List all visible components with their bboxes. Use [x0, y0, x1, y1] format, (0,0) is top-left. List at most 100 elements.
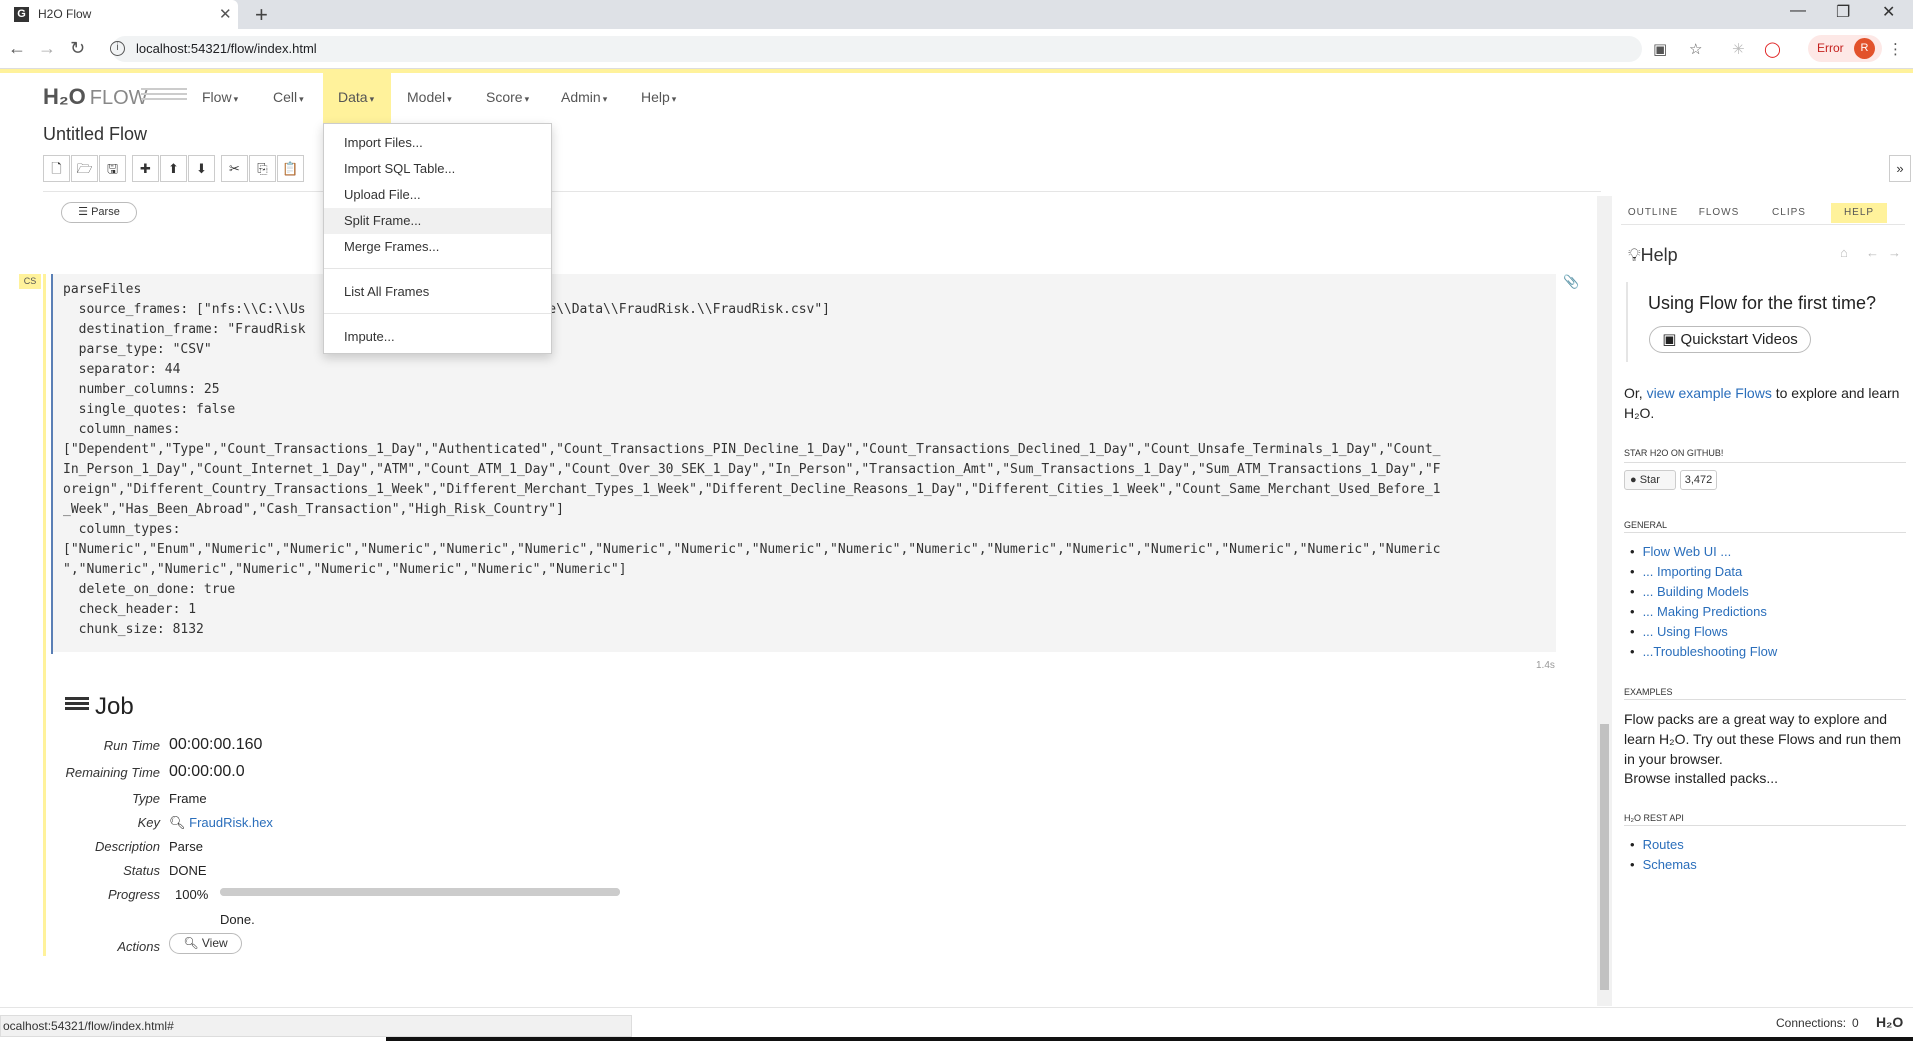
move-down-icon[interactable]: ⬇	[188, 155, 215, 182]
link-importing-data[interactable]: ... Importing Data	[1630, 562, 1777, 582]
logo-lines-icon	[141, 88, 187, 104]
link-flow-web-ui[interactable]: Flow Web UI ...	[1630, 542, 1777, 562]
connections-count: 0	[1852, 1016, 1859, 1030]
rest-links-list: Routes Schemas	[1630, 835, 1697, 875]
taskbar-edge	[386, 1037, 1913, 1041]
back-icon[interactable]: ←	[8, 38, 26, 59]
code-line: ["Numeric","Enum","Numeric","Numeric","N…	[63, 542, 1441, 557]
view-example-flows-link[interactable]: view example Flows	[1647, 385, 1772, 401]
save-flow-icon[interactable]: 🖫	[99, 155, 126, 182]
menu-model[interactable]: Model ▾	[407, 89, 452, 105]
code-line: delete_on_done: true	[63, 582, 236, 597]
open-flow-icon[interactable]: 🗁	[71, 155, 98, 182]
extension-icon[interactable]: ▣	[1653, 40, 1667, 58]
link-troubleshooting-flow[interactable]: ...Troubleshooting Flow	[1630, 642, 1778, 662]
move-up-icon[interactable]: ⬆	[160, 155, 187, 182]
code-line: In_Person_1_Day","Count_Internet_1_Day",…	[63, 462, 1441, 477]
avatar: R	[1854, 38, 1875, 59]
menu-flow[interactable]: Flow ▾	[202, 89, 238, 105]
view-button[interactable]: 🔍︎ View	[169, 933, 242, 954]
toolbar-divider	[43, 191, 1601, 192]
menu-item-list-all-frames[interactable]: List All Frames	[324, 279, 551, 305]
scrollbar-thumb[interactable]	[1600, 724, 1609, 990]
menu-help[interactable]: Help ▾	[641, 89, 676, 105]
section-divider	[1624, 699, 1906, 700]
menu-divider	[324, 313, 551, 314]
url-field[interactable]: i localhost:54321/flow/index.html	[110, 36, 1642, 62]
link-using-flows[interactable]: ... Using Flows	[1630, 622, 1777, 642]
key-link[interactable]: 🔍︎ FraudRisk.hex	[169, 815, 273, 831]
menu-cell[interactable]: Cell ▾	[273, 89, 304, 105]
footer-h2o-logo: H₂O	[1876, 1014, 1904, 1030]
bookmark-star-icon[interactable]: ☆	[1689, 40, 1702, 58]
minimize-icon[interactable]: —	[1790, 2, 1806, 20]
forward-arrow-icon[interactable]: →	[1888, 245, 1901, 260]
examples-text: Flow packs are a great way to explore an…	[1624, 711, 1901, 767]
link-routes[interactable]: Routes	[1630, 835, 1697, 855]
link-schemas[interactable]: Schemas	[1630, 855, 1697, 875]
code-line: ["Dependent","Type","Count_Transactions_…	[63, 442, 1441, 457]
progress-label: Progress	[107, 887, 160, 902]
menu-admin[interactable]: Admin ▾	[561, 89, 607, 105]
copy-icon[interactable]: ⎘	[249, 155, 276, 182]
logo-h2o: H₂O	[43, 84, 86, 109]
site-info-icon[interactable]: i	[110, 41, 125, 56]
paste-icon[interactable]: 📋	[277, 155, 304, 182]
home-icon[interactable]: ⌂	[1840, 245, 1848, 260]
tab-help[interactable]: HELP	[1831, 203, 1887, 223]
quickstart-videos-button[interactable]: ▣ Quickstart Videos	[1649, 326, 1811, 353]
github-icon: ●	[1630, 474, 1640, 486]
menu-item-impute[interactable]: Impute...	[324, 324, 551, 350]
tab-clips[interactable]: CLIPS	[1761, 203, 1817, 223]
new-tab-icon[interactable]: +	[255, 2, 268, 28]
menu-item-import-sql-table[interactable]: Import SQL Table...	[324, 156, 551, 182]
rest-api-section-title: H₂O REST API	[1624, 813, 1684, 823]
collapse-panel-icon[interactable]: »	[1889, 155, 1911, 182]
tab-outline[interactable]: OUTLINE	[1621, 203, 1685, 223]
progress-bar	[220, 888, 620, 896]
menu-item-merge-frames[interactable]: Merge Frames...	[324, 234, 551, 260]
description-label: Description	[94, 839, 160, 854]
github-star-count[interactable]: 3,472	[1680, 470, 1717, 490]
restore-icon[interactable]: ❐	[1836, 2, 1850, 22]
code-editor[interactable]: parseFiles source_frames: ["nfs:\\C:\\Us…	[53, 274, 1556, 652]
menu-item-upload-file[interactable]: Upload File...	[324, 182, 551, 208]
section-divider	[1624, 532, 1906, 533]
tab-flows[interactable]: FLOWS	[1691, 203, 1747, 223]
code-line: number_columns: 25	[63, 382, 220, 397]
browser-menu-icon[interactable]: ⋮	[1888, 40, 1903, 58]
menu-score[interactable]: Score ▾	[486, 89, 529, 105]
flow-title[interactable]: Untitled Flow	[43, 124, 147, 145]
browse-packs-link[interactable]: Browse installed packs...	[1624, 768, 1906, 788]
menu-data[interactable]: Data ▾	[338, 89, 374, 105]
status-value: DONE	[169, 863, 207, 878]
browser-tab[interactable]: G H2O Flow ✕	[0, 0, 238, 29]
opera-icon[interactable]: ◯	[1764, 40, 1781, 58]
cut-icon[interactable]: ✂	[221, 155, 248, 182]
browser-tab-title: H2O Flow	[38, 7, 92, 21]
parse-button[interactable]: ☰ Parse	[61, 202, 137, 223]
extension-snowflake-icon[interactable]: ✳	[1732, 40, 1745, 58]
paperclip-icon[interactable]: 📎	[1563, 274, 1579, 290]
close-window-icon[interactable]: ✕	[1882, 2, 1895, 22]
h2o-favicon-icon: G	[14, 7, 29, 22]
menu-item-import-files[interactable]: Import Files...	[324, 130, 551, 156]
insert-cell-icon[interactable]: ✚	[132, 155, 159, 182]
new-flow-icon[interactable]: 🗋	[43, 155, 70, 182]
forward-icon[interactable]: →	[38, 38, 56, 59]
link-making-predictions[interactable]: ... Making Predictions	[1630, 602, 1777, 622]
examples-section-title: EXAMPLES	[1624, 687, 1673, 697]
url-text: localhost:54321/flow/index.html	[136, 41, 317, 56]
back-arrow-icon[interactable]: ←	[1866, 245, 1879, 260]
main-scrollbar[interactable]	[1597, 196, 1612, 1006]
job-list-icon	[65, 697, 89, 715]
github-star-button[interactable]: ● Star	[1624, 470, 1676, 490]
address-bar-row: ← → ↻ i localhost:54321/flow/index.html …	[0, 29, 1913, 69]
reload-icon[interactable]: ↻	[70, 38, 85, 59]
link-building-models[interactable]: ... Building Models	[1630, 582, 1777, 602]
profile-error-button[interactable]: Error R	[1808, 35, 1882, 62]
close-tab-icon[interactable]: ✕	[219, 5, 232, 23]
menu-item-split-frame[interactable]: Split Frame...	[324, 208, 551, 234]
remaining-time-value: 00:00:00.0	[169, 763, 245, 780]
code-line: check_header: 1	[63, 602, 197, 617]
